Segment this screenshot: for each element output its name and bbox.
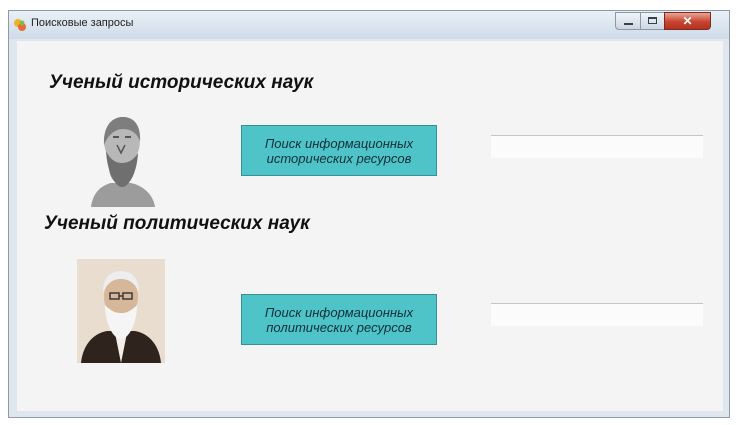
button-label-line1: Поиск информационных: [264, 135, 414, 151]
window-title: Поисковые запросы: [31, 17, 134, 29]
maximize-icon: [641, 13, 664, 24]
title-bar[interactable]: Поисковые запросы ✕: [9, 11, 729, 39]
search-political-resources-button[interactable]: Поиск информационных политических ресурс…: [241, 294, 437, 345]
maximize-button[interactable]: [640, 12, 665, 30]
close-button[interactable]: ✕: [664, 12, 711, 30]
political-result-field[interactable]: [491, 303, 703, 326]
minimize-button[interactable]: [615, 12, 641, 30]
history-scholar-image: [81, 105, 161, 207]
history-scholar-heading: Ученый исторических наук: [49, 72, 314, 93]
button-label-line2: политических ресурсов: [266, 319, 412, 335]
political-scholar-image: [77, 259, 165, 363]
search-history-resources-button[interactable]: Поиск информационных исторических ресурс…: [241, 125, 437, 176]
button-label-line1: Поиск информационных: [264, 304, 414, 320]
minimize-icon: [616, 13, 640, 25]
app-icon: [14, 19, 26, 31]
close-icon: ✕: [682, 14, 693, 28]
button-label-line2: исторических ресурсов: [266, 150, 412, 166]
political-scholar-heading: Ученый политических наук: [44, 213, 310, 234]
app-window: Поисковые запросы ✕ Ученый исторических …: [8, 10, 730, 418]
form-client-area: Ученый исторических наук Поиск информаци…: [17, 41, 723, 411]
history-result-field[interactable]: [491, 135, 703, 158]
